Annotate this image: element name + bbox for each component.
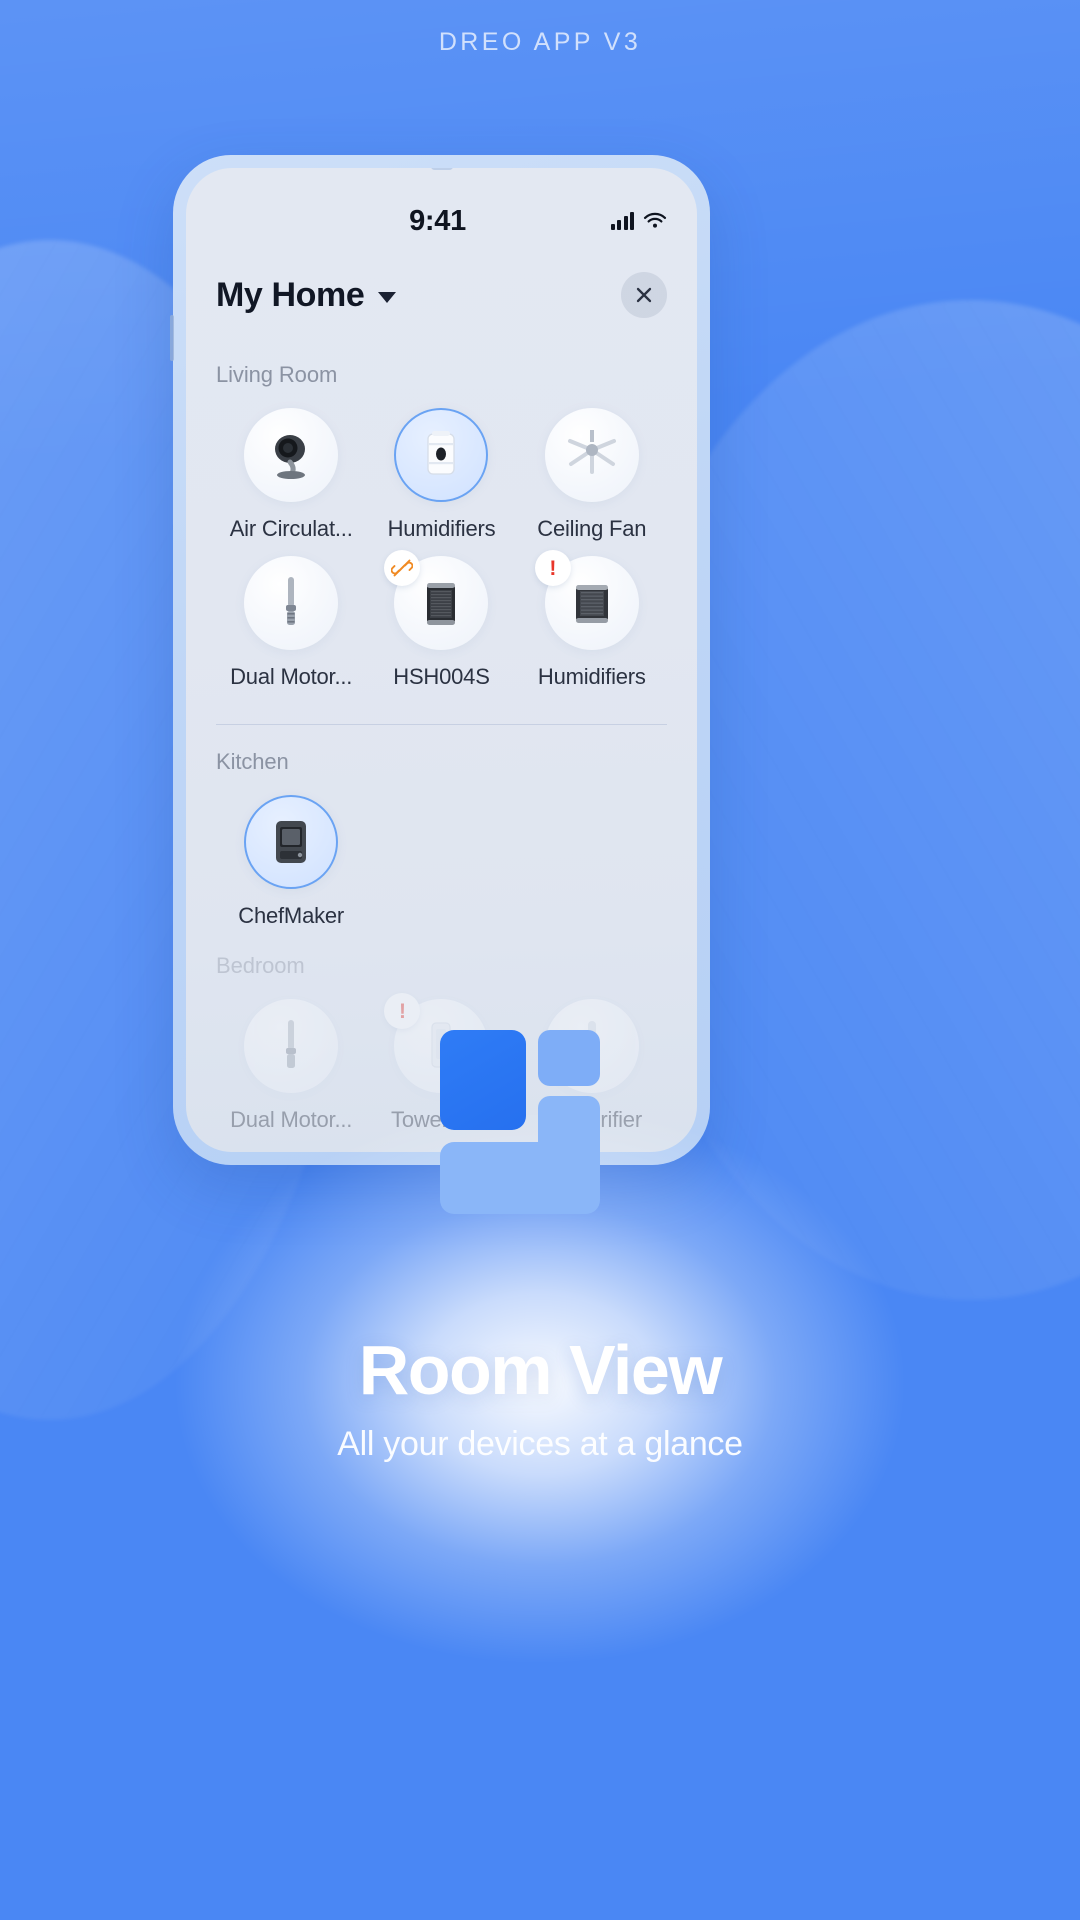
device-tile-bedroom-dual-motor[interactable]: Dual Motor... bbox=[216, 999, 366, 1133]
device-tile-dual-motor[interactable]: Dual Motor... bbox=[216, 556, 366, 690]
device-label: Humidifiers bbox=[387, 516, 496, 541]
phone-side-button bbox=[170, 315, 174, 361]
tower-fan-icon[interactable] bbox=[244, 999, 339, 1093]
room-title: Kitchen bbox=[216, 749, 289, 774]
heater-icon[interactable] bbox=[384, 550, 489, 650]
device-label: Air Circulat... bbox=[229, 516, 353, 541]
room-title: Living Room bbox=[216, 362, 338, 387]
logo-block-1 bbox=[440, 1030, 526, 1130]
status-bar-indicators bbox=[610, 206, 668, 230]
device-label: Dual Motor... bbox=[230, 1107, 353, 1132]
device-tile-chefmaker[interactable]: ChefMaker bbox=[216, 795, 366, 929]
page-title[interactable]: My Home bbox=[216, 276, 365, 315]
air-circulator-icon[interactable] bbox=[244, 408, 339, 502]
status-bar: 9:41 bbox=[186, 204, 697, 238]
room-layout-logo-icon bbox=[440, 1030, 640, 1214]
logo-block-3 bbox=[440, 1142, 600, 1214]
status-bar-time: 9:41 bbox=[409, 204, 466, 237]
chefmaker-icon[interactable] bbox=[244, 795, 339, 889]
close-icon bbox=[636, 287, 652, 303]
device-label: ChefMaker bbox=[238, 903, 345, 928]
air-purifier-icon[interactable]: ! bbox=[534, 550, 639, 650]
logo-block-2 bbox=[538, 1030, 600, 1086]
device-label: Humidifiers bbox=[537, 664, 646, 689]
device-tile-humidifiers[interactable]: Humidifiers bbox=[366, 408, 516, 542]
chevron-down-icon[interactable] bbox=[378, 291, 397, 303]
top-caption: DREO APP V3 bbox=[438, 28, 642, 56]
close-button[interactable] bbox=[621, 272, 667, 318]
room-title: Bedroom bbox=[216, 953, 305, 978]
device-tile-hsh004s[interactable]: HSH004S bbox=[366, 550, 516, 690]
device-label: HSH004S bbox=[393, 664, 490, 689]
room-section-kitchen: Kitchen ChefMaker bbox=[216, 749, 667, 929]
section-divider bbox=[216, 724, 667, 725]
room-section-living-room: Living Room Air Circulat... Humidifiers … bbox=[216, 362, 667, 690]
app-header: My Home bbox=[186, 260, 697, 330]
ceiling-fan-icon[interactable] bbox=[544, 408, 639, 502]
device-label: Dual Motor... bbox=[230, 664, 353, 689]
device-tile-ceiling-fan[interactable]: Ceiling Fan bbox=[517, 408, 667, 542]
device-grid: ChefMaker bbox=[216, 795, 667, 929]
device-label: Ceiling Fan bbox=[537, 516, 647, 541]
footer-headline: Room View bbox=[358, 1331, 723, 1409]
phone-screen: 9:41 My Home Living Room Air Circulat...… bbox=[186, 168, 697, 1152]
device-grid: Air Circulat... Humidifiers Ceiling Fan … bbox=[216, 408, 667, 690]
phone-speaker-notch bbox=[430, 168, 453, 170]
device-tile-air-circulator[interactable]: Air Circulat... bbox=[216, 408, 366, 542]
wifi-icon bbox=[643, 212, 667, 230]
footer-subhead: All your devices at a glance bbox=[337, 1425, 743, 1463]
device-tile-humidifiers-alert[interactable]: ! Humidifiers bbox=[517, 550, 667, 690]
humidifier-icon[interactable] bbox=[394, 408, 489, 502]
cellular-signal-icon bbox=[610, 212, 634, 230]
tower-fan-icon[interactable] bbox=[244, 556, 339, 650]
phone-frame: 9:41 My Home Living Room Air Circulat...… bbox=[170, 155, 710, 1165]
